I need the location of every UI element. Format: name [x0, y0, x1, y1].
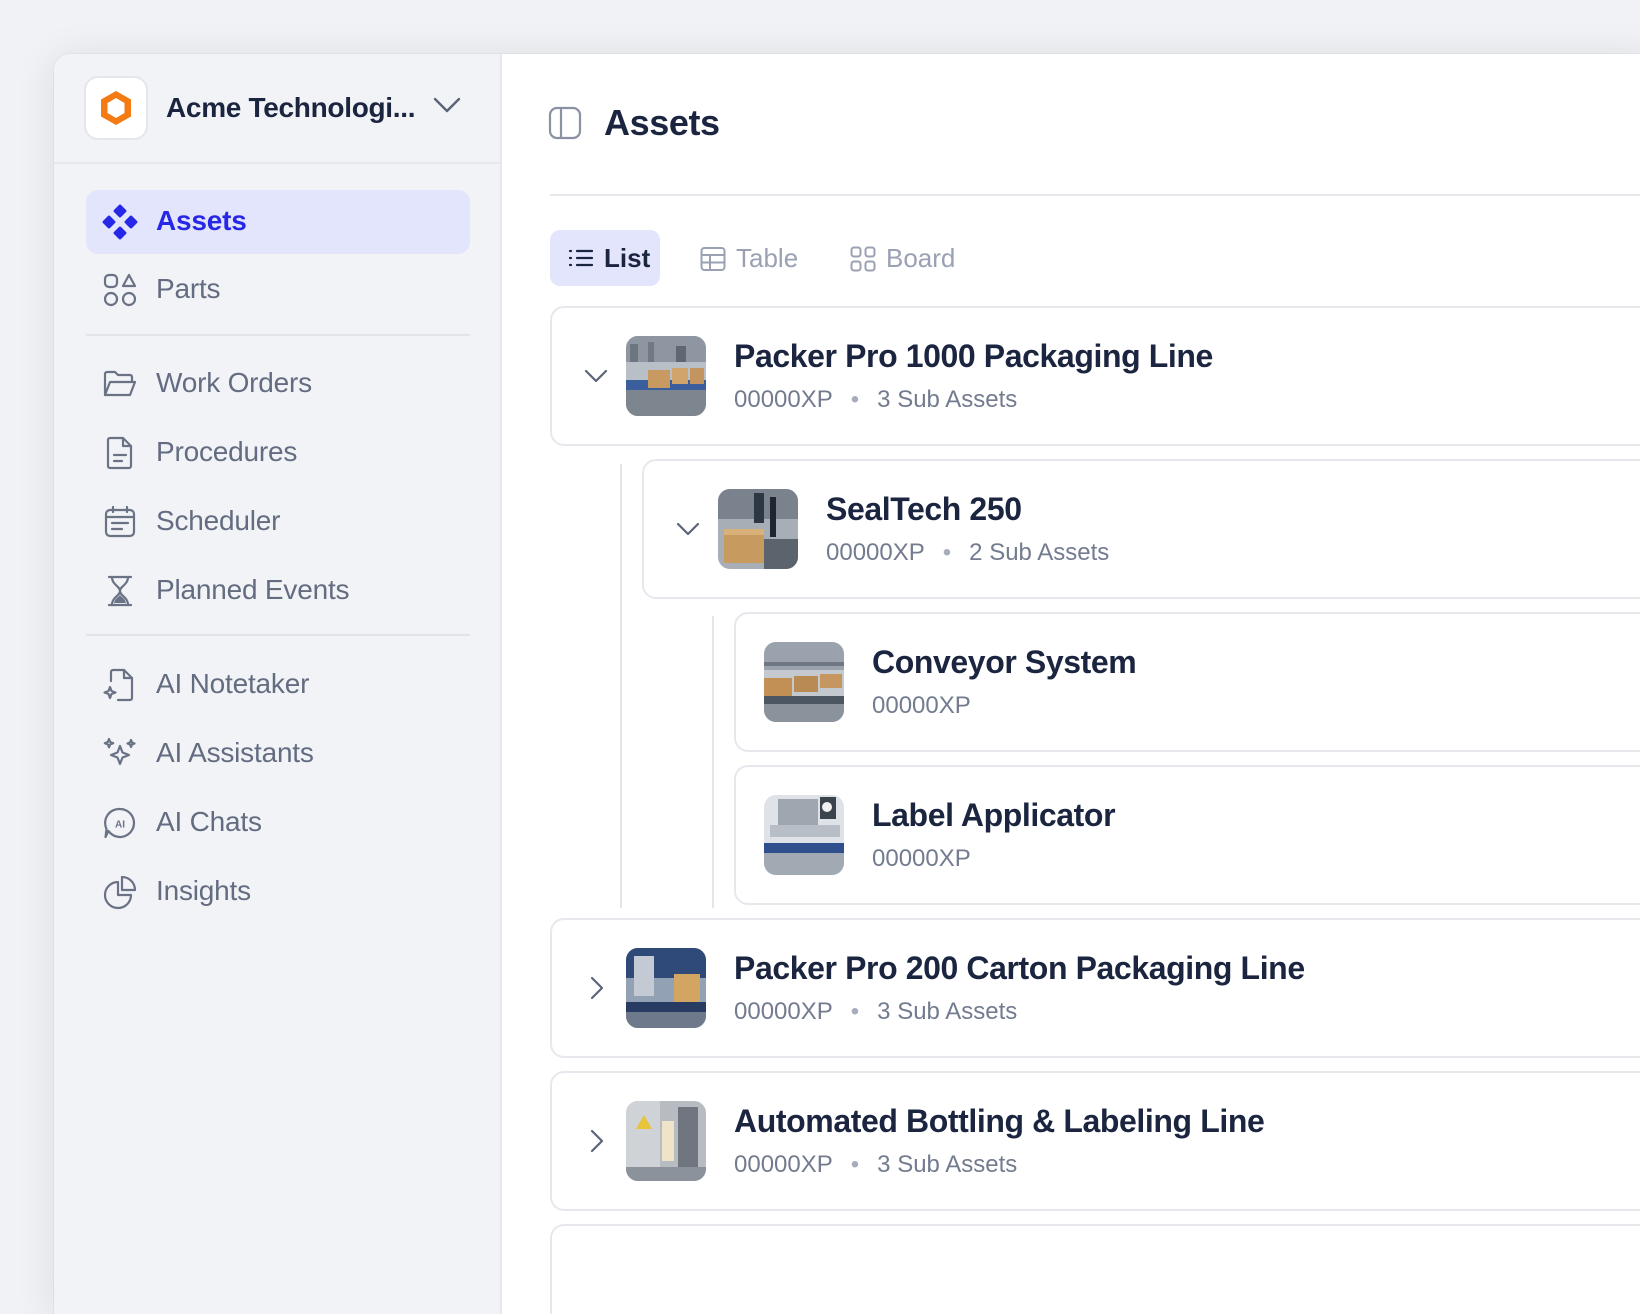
sidebar-item-label: AI Notetaker [156, 668, 310, 699]
asset-row[interactable]: Automated Bottling & Labeling Line 00000… [550, 1071, 1640, 1211]
asset-meta: 00000XP • 2 Sub Assets [826, 539, 1109, 567]
asset-thumbnail [626, 1101, 706, 1181]
asset-code: 00000XP [734, 998, 833, 1025]
calendar-icon [104, 505, 136, 538]
sidebar-item-planned-events[interactable]: Planned Events [86, 559, 470, 623]
main-content: Assets List Table Board Packer Pro 1000 … [502, 54, 1640, 1314]
sidebar: Acme Technologi... Assets Parts Work Ord… [54, 54, 502, 1314]
asset-thumbnail [626, 336, 706, 416]
asset-meta: 00000XP [872, 692, 971, 720]
header-divider [550, 194, 1640, 196]
tab-table[interactable]: Table [682, 230, 808, 286]
folder-open-icon [103, 370, 137, 397]
pie-chart-icon [103, 875, 137, 910]
svg-text:AI: AI [115, 820, 125, 831]
separator-dot: • [850, 998, 860, 1025]
asset-row[interactable]: SealTech 250 00000XP • 2 Sub Assets [642, 459, 1640, 599]
chevron-down-icon[interactable] [432, 94, 462, 116]
sidebar-divider [86, 634, 470, 636]
sidebar-item-label: Assets [156, 205, 247, 236]
sub-asset-count: 2 Sub Assets [969, 539, 1110, 566]
asset-thumbnail [764, 795, 844, 875]
asset-name: Packer Pro 1000 Packaging Line [734, 338, 1213, 374]
asset-thumbnail [626, 948, 706, 1028]
tab-label: Board [886, 243, 956, 273]
ai-chat-icon: AI [104, 807, 136, 839]
note-sparkle-icon [103, 668, 134, 702]
chevron-down-icon[interactable] [582, 362, 610, 390]
asset-code: 00000XP [734, 1151, 833, 1178]
chevron-right-icon[interactable] [582, 974, 610, 1002]
list-icon [568, 249, 594, 267]
shapes-icon [103, 273, 137, 307]
sidebar-item-label: Procedures [156, 436, 298, 467]
org-switcher[interactable]: Acme Technologi... [54, 54, 500, 164]
tab-label: Table [736, 243, 799, 273]
asset-code: 00000XP [734, 386, 833, 413]
sidebar-item-label: AI Assistants [156, 737, 314, 768]
tree-connector [712, 616, 714, 908]
asset-meta: 00000XP • 3 Sub Assets [734, 998, 1017, 1026]
asset-name: SealTech 250 [826, 491, 1022, 527]
sparkles-icon [103, 737, 136, 766]
page-header: Assets [502, 54, 1640, 194]
sub-asset-count: 3 Sub Assets [877, 1151, 1018, 1178]
table-icon [700, 247, 726, 271]
asset-row[interactable]: Packer Pro 200 Carton Packaging Line 000… [550, 918, 1640, 1058]
asset-code: 00000XP [872, 845, 971, 872]
sidebar-item-work-orders[interactable]: Work Orders [86, 352, 470, 416]
app-window: Acme Technologi... Assets Parts Work Ord… [54, 54, 1640, 1314]
page-title: Assets [604, 102, 720, 143]
sub-asset-count: 3 Sub Assets [877, 386, 1018, 413]
sidebar-item-scheduler[interactable]: Scheduler [86, 490, 470, 554]
asset-thumbnail [764, 642, 844, 722]
tree-connector [620, 464, 622, 908]
chevron-right-icon[interactable] [582, 1127, 610, 1155]
sidebar-item-parts[interactable]: Parts [86, 258, 470, 322]
asset-name: Automated Bottling & Labeling Line [734, 1103, 1265, 1139]
tab-board[interactable]: Board [832, 230, 962, 286]
hourglass-icon [107, 575, 133, 607]
org-name: Acme Technologi... [166, 92, 416, 123]
asset-code: 00000XP [872, 692, 971, 719]
sidebar-item-label: AI Chats [156, 806, 262, 837]
asset-row[interactable] [550, 1224, 1640, 1314]
sidebar-item-insights[interactable]: Insights [86, 860, 470, 924]
sub-asset-count: 3 Sub Assets [877, 998, 1018, 1025]
sidebar-item-procedures[interactable]: Procedures [86, 421, 470, 485]
board-grid-icon [850, 246, 876, 272]
asset-row[interactable]: Packer Pro 1000 Packaging Line 00000XP • 3… [550, 306, 1640, 446]
tab-list[interactable]: List [550, 230, 660, 286]
asset-row[interactable]: Conveyor System 00000XP [734, 612, 1640, 752]
separator-dot: • [850, 386, 860, 413]
asset-code: 00000XP [826, 539, 925, 566]
asset-thumbnail [718, 489, 798, 569]
sidebar-item-label: Planned Events [156, 574, 350, 605]
chevron-down-icon[interactable] [674, 515, 702, 543]
separator-dot: • [942, 539, 952, 566]
assets-diamond-icon [102, 204, 138, 240]
separator-dot: • [850, 1151, 860, 1178]
sidebar-item-ai-notetaker[interactable]: AI Notetaker [86, 653, 470, 717]
sidebar-item-ai-chats[interactable]: AI AI Chats [86, 791, 470, 855]
asset-meta: 00000XP • 3 Sub Assets [734, 386, 1017, 414]
sidebar-item-label: Work Orders [156, 367, 312, 398]
asset-meta: 00000XP [872, 845, 971, 873]
asset-row[interactable]: Label Applicator 00000XP [734, 765, 1640, 905]
asset-meta: 00000XP • 3 Sub Assets [734, 1151, 1017, 1179]
asset-name: Label Applicator [872, 797, 1116, 833]
sidebar-item-label: Scheduler [156, 505, 281, 536]
sidebar-item-label: Insights [156, 875, 251, 906]
sidebar-toggle-icon[interactable] [548, 106, 582, 140]
asset-name: Conveyor System [872, 644, 1137, 680]
tab-label: List [604, 243, 651, 273]
sidebar-item-label: Parts [156, 273, 221, 304]
document-icon [106, 436, 133, 470]
sidebar-item-ai-assistants[interactable]: AI Assistants [86, 722, 470, 786]
sidebar-divider [86, 334, 470, 336]
sidebar-item-assets[interactable]: Assets [86, 190, 470, 254]
asset-name: Packer Pro 200 Carton Packaging Line [734, 950, 1305, 986]
hexagon-logo-icon [84, 76, 148, 140]
